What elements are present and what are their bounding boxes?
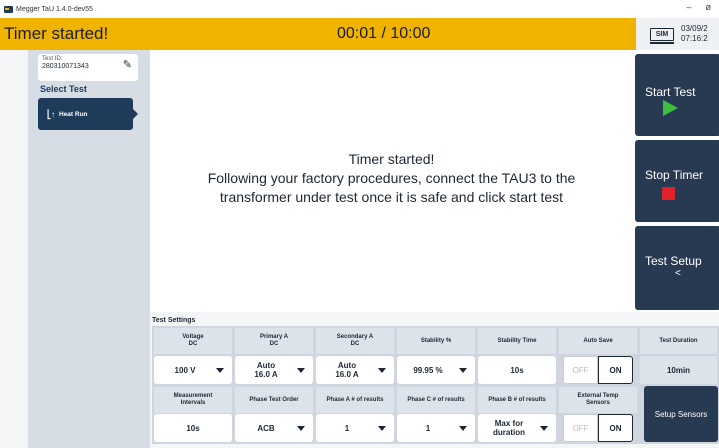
phase-a-results-value: 1 <box>344 423 350 433</box>
auto-save-off[interactable]: OFF <box>563 356 598 384</box>
minimize-icon[interactable]: – <box>686 2 691 12</box>
header-stability-time: Stability Time <box>478 328 556 354</box>
message-line-3: transformer under test once it is safe a… <box>219 189 564 205</box>
test-setup-button[interactable]: Test Setup < <box>635 226 719 310</box>
caret-down-icon <box>540 425 548 431</box>
stability-pct-select[interactable]: 99.95 % <box>397 356 475 384</box>
test-id-box[interactable]: Test ID: 280310071343 ✎ <box>38 54 138 81</box>
header-stability-pct: Stability % <box>397 328 475 354</box>
auto-save-toggle[interactable]: OFF ON <box>563 356 633 384</box>
date-text: 03/09/2 <box>681 24 708 33</box>
phase-order-value: ACB <box>257 423 275 433</box>
stability-time-value: 10s <box>510 365 524 375</box>
header-test-duration: Test Duration <box>640 328 717 354</box>
stop-timer-label: Stop Timer <box>645 168 704 182</box>
header-phase-c-results: Phase C # of results <box>397 387 475 413</box>
caret-down-icon <box>216 367 224 373</box>
header-secondary-a: Secondary A DC <box>316 328 394 354</box>
time-text: 07:16:2 <box>681 34 708 43</box>
intervals-field[interactable]: 10s <box>154 414 232 442</box>
external-temp-toggle[interactable]: OFF ON <box>563 414 633 442</box>
setup-sensors-button[interactable]: Setup Sensors <box>644 386 718 442</box>
primary-a-value: Auto 16.0 A <box>254 361 278 379</box>
secondary-a-value: Auto 16.0 A <box>335 361 359 379</box>
external-temp-off[interactable]: OFF <box>563 414 598 442</box>
window-titlebar: Megger TaU 1.4.0-dev55 – ø <box>0 0 719 18</box>
secondary-a-select[interactable]: Auto 16.0 A <box>316 356 394 384</box>
phase-b-results-select[interactable]: Max for duration <box>478 414 556 442</box>
header-phase-test-order: Phase Test Order <box>235 387 313 413</box>
sim-icon: SIM <box>650 27 674 44</box>
test-settings-panel: Voltage DC Primary A DC Secondary A DC S… <box>152 326 719 444</box>
phase-a-results-select[interactable]: 1 <box>316 414 394 442</box>
pencil-edit-icon[interactable]: ✎ <box>123 58 132 71</box>
header-phase-a-results: Phase A # of results <box>316 387 394 413</box>
message-line-2: Following your factory procedures, conne… <box>207 170 576 186</box>
timer-readout: 00:01 / 10:00 <box>337 25 431 42</box>
caret-down-icon <box>378 367 386 373</box>
start-test-button[interactable]: Start Test <box>635 54 719 136</box>
header-voltage: Voltage DC <box>154 328 232 354</box>
header-phase-b-results: Phase B # of results <box>478 387 556 413</box>
phase-c-results-select[interactable]: 1 <box>397 414 475 442</box>
heat-run-label: Heat Run <box>59 110 88 118</box>
intervals-value: 10s <box>186 423 200 433</box>
close-icon[interactable]: ø <box>706 2 712 12</box>
caret-down-icon <box>459 367 467 373</box>
instruction-message: Timer started! Following your factory pr… <box>150 150 633 207</box>
datetime: 03/09/2 07:16:2 <box>681 24 708 44</box>
header-auto-save: Auto Save <box>559 328 637 354</box>
stability-time-field[interactable]: 10s <box>478 356 556 384</box>
status-message: Timer started! <box>4 24 109 43</box>
play-icon <box>663 100 678 116</box>
message-line-1: Timer started! <box>348 151 435 167</box>
app-logo-icon <box>4 5 13 13</box>
action-panel: Start Test Stop Timer Test Setup < <box>633 50 719 312</box>
header-primary-a: Primary A DC <box>235 328 313 354</box>
phase-order-select[interactable]: ACB <box>235 414 313 442</box>
test-duration-value: 10min <box>640 356 717 384</box>
heat-run-test-button[interactable]: ⎣↑ Heat Run <box>38 98 138 130</box>
voltage-select[interactable]: 100 V <box>154 356 232 384</box>
test-id-value: 280310071343 <box>42 63 89 70</box>
sidebar: Test ID: 280310071343 ✎ Select Test ⎣↑ H… <box>28 50 150 448</box>
test-setup-label: Test Setup <box>645 254 702 268</box>
heat-run-icon: ⎣↑ <box>47 109 55 119</box>
start-test-label: Start Test <box>645 85 696 99</box>
header-external-temp-sensors: External Temp Sensors <box>559 387 637 413</box>
status-info: SIM 03/09/2 07:16:2 <box>636 18 719 50</box>
external-temp-on[interactable]: ON <box>598 414 633 442</box>
primary-a-select[interactable]: Auto 16.0 A <box>235 356 313 384</box>
select-test-heading: Select Test <box>40 84 87 94</box>
phase-b-results-value: Max for duration <box>493 419 525 437</box>
stop-icon <box>662 187 675 200</box>
test-settings-heading: Test Settings <box>152 317 196 324</box>
chevron-left-icon: < <box>675 268 681 279</box>
stability-pct-value: 99.95 % <box>413 365 443 375</box>
phase-c-results-value: 1 <box>425 423 431 433</box>
caret-down-icon <box>459 425 467 431</box>
test-id-label: Test ID: <box>42 56 63 62</box>
caret-down-icon <box>378 425 386 431</box>
caret-down-icon <box>297 425 305 431</box>
main-message-area: Timer started! Following your factory pr… <box>150 50 633 312</box>
window-title: Megger TaU 1.4.0-dev55 <box>16 5 93 13</box>
auto-save-on[interactable]: ON <box>598 356 633 384</box>
status-bar: Timer started! 00:01 / 10:00 SIM 03/09/2… <box>0 18 719 50</box>
stop-timer-button[interactable]: Stop Timer <box>635 140 719 222</box>
caret-down-icon <box>297 367 305 373</box>
voltage-value: 100 V <box>174 365 196 375</box>
header-measurement-intervals: Measurement Intervals <box>154 387 232 413</box>
